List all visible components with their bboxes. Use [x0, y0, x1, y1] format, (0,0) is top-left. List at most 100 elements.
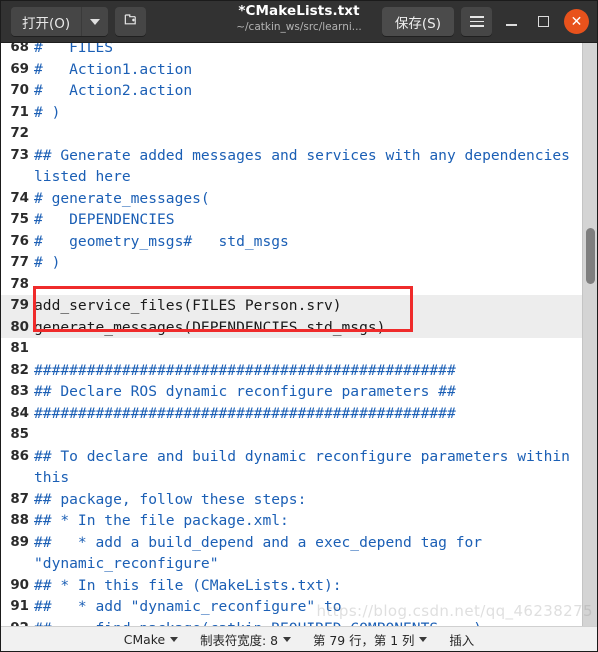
main-menu-button[interactable]: [461, 7, 492, 36]
minimize-button[interactable]: [498, 9, 524, 35]
maximize-icon: [537, 16, 549, 27]
chevron-down-icon: [419, 637, 428, 642]
status-bar: CMake 制表符宽度: 8 第 79 行，第 1 列 插入: [1, 626, 597, 651]
code-line[interactable]: 91 ## * add "dynamic_reconfigure" to: [1, 596, 582, 618]
line-number: 77: [10, 255, 29, 270]
code-line[interactable]: 90 ## * In this file (CMakeLists.txt):: [1, 575, 582, 597]
close-button[interactable]: ✕: [564, 9, 589, 34]
line-number: 80: [10, 319, 29, 335]
line-number: 84: [10, 405, 29, 421]
chevron-down-icon: [90, 18, 101, 25]
code-line[interactable]: 88 ## * In the file package.xml:: [1, 510, 582, 532]
line-number: 85: [10, 427, 29, 442]
file-path-subtitle: ~/catkin_ws/src/learni...: [236, 21, 362, 33]
code-line[interactable]: 82 ######################################…: [1, 360, 582, 382]
cursor-position-selector[interactable]: 第 79 行，第 1 列: [310, 630, 430, 650]
code-lines[interactable]: 68 # FILES 69 # Action1.action 70 # Action2.a…: [1, 43, 582, 626]
line-number: 83: [10, 384, 29, 399]
cursor-position-label: 第 79 行，第 1 列: [313, 632, 415, 648]
code-line[interactable]: 87 ## package, follow these steps:: [1, 489, 582, 511]
code-line[interactable]: 92## find_package(catkin REQUIRED COMPON…: [1, 618, 582, 627]
code-line[interactable]: 74 # generate_messages(: [1, 188, 582, 210]
line-text: # generate_messages(: [34, 189, 210, 207]
line-number: 81: [10, 341, 29, 356]
line-text: ## Generate added messages and services …: [34, 146, 579, 186]
open-button-group: 打开(O): [11, 7, 109, 36]
line-text: ## * add "dynamic_reconfigure" to: [34, 598, 342, 615]
line-text: ## Declare ROS dynamic reconfigure param…: [34, 383, 456, 400]
line-text: ## package, follow these steps:: [34, 490, 307, 508]
line-number: 88: [10, 513, 29, 528]
open-dropdown-button[interactable]: [81, 7, 109, 36]
editor-area[interactable]: 68 # FILES 69 # Action1.action 70 # Action2.a…: [1, 43, 597, 626]
line-text: add_service_files(FILES Person.srv): [34, 297, 342, 314]
line-number: 73: [10, 147, 29, 163]
code-line[interactable]: 72: [1, 123, 582, 145]
line-number: 75: [10, 212, 29, 227]
vertical-scrollbar[interactable]: [582, 43, 597, 626]
line-number: 90: [10, 577, 29, 593]
code-line[interactable]: 80 generate_messages(DEPENDENCIES std_msg…: [1, 316, 582, 338]
chevron-down-icon: [283, 637, 292, 642]
line-text: ## To declare and build dynamic reconfig…: [34, 447, 579, 487]
code-line[interactable]: 70 # Action2.action: [1, 80, 582, 102]
maximize-button[interactable]: [530, 9, 556, 35]
code-line[interactable]: 77 # ): [1, 252, 582, 274]
new-document-button[interactable]: [115, 7, 147, 36]
line-number: 71: [10, 104, 29, 120]
code-line[interactable]: 78: [1, 274, 582, 296]
line-number: 68: [10, 43, 29, 55]
gedit-window: 打开(O) *CMakeLists.txt ~/catkin_ws/src/le…: [0, 0, 598, 652]
code-line[interactable]: 81: [1, 338, 582, 360]
line-text: generate_messages(DEPENDENCIES std_msgs): [34, 318, 386, 336]
tab-width-selector[interactable]: 制表符宽度: 8: [197, 630, 294, 650]
line-number: 87: [10, 491, 29, 507]
new-document-icon: [123, 12, 138, 31]
language-label: CMake: [123, 632, 166, 647]
page-title: *CMakeLists.txt: [238, 3, 360, 19]
open-button[interactable]: 打开(O): [11, 7, 82, 36]
line-text: # ): [34, 254, 61, 271]
chevron-down-icon: [170, 637, 179, 642]
line-text: ## * In this file (CMakeLists.txt):: [34, 576, 342, 594]
line-number: 69: [10, 61, 29, 77]
code-line[interactable]: 71 # ): [1, 102, 582, 124]
insert-mode-label: 插入: [449, 632, 475, 648]
line-text: # Action2.action: [34, 82, 193, 99]
tab-width-label: 制表符宽度: 8: [200, 632, 279, 648]
code-line[interactable]: 73 ## Generate added messages and service…: [1, 145, 582, 188]
code-line[interactable]: 79 add_service_files(FILES Person.srv): [1, 295, 582, 317]
line-text: ## * add a build_depend and a exec_depen…: [34, 533, 491, 573]
minimize-icon: [505, 24, 517, 26]
line-text: ########################################…: [34, 361, 456, 379]
code-line[interactable]: 75 # DEPENDENCIES: [1, 209, 582, 231]
line-number: 79: [10, 298, 29, 313]
scrollbar-thumb[interactable]: [586, 228, 595, 284]
code-line[interactable]: 68 # FILES: [1, 43, 582, 59]
line-number: 70: [10, 83, 29, 98]
line-number: 92: [1, 618, 34, 627]
code-line[interactable]: 83 ## Declare ROS dynamic reconfigure par…: [1, 381, 582, 403]
code-line[interactable]: 76 # geometry_msgs# std_msgs: [1, 231, 582, 253]
code-line[interactable]: 86 ## To declare and build dynamic reconf…: [1, 446, 582, 489]
line-number: 91: [10, 599, 29, 614]
line-text: # Action1.action: [34, 60, 193, 78]
hamburger-menu-icon: [469, 16, 484, 27]
line-number: 72: [10, 126, 29, 141]
close-icon: ✕: [570, 13, 583, 30]
code-line[interactable]: 69 # Action1.action: [1, 59, 582, 81]
line-text: ## * In the file package.xml:: [34, 512, 289, 529]
save-button[interactable]: 保存(S): [381, 7, 454, 36]
line-number: 89: [10, 534, 29, 550]
code-line[interactable]: 84 ######################################…: [1, 403, 582, 425]
code-line[interactable]: 85: [1, 424, 582, 446]
line-text: # ): [34, 103, 61, 121]
window-controls: 保存(S) ✕: [381, 7, 591, 36]
code-line[interactable]: 89 ## * add a build_depend and a exec_dep…: [1, 532, 582, 575]
line-number: 82: [10, 362, 29, 378]
title-bar: 打开(O) *CMakeLists.txt ~/catkin_ws/src/le…: [1, 1, 597, 43]
language-selector[interactable]: CMake: [121, 631, 181, 648]
line-number: 78: [10, 276, 29, 292]
line-text: ########################################…: [34, 404, 456, 422]
line-number: 86: [10, 448, 29, 464]
